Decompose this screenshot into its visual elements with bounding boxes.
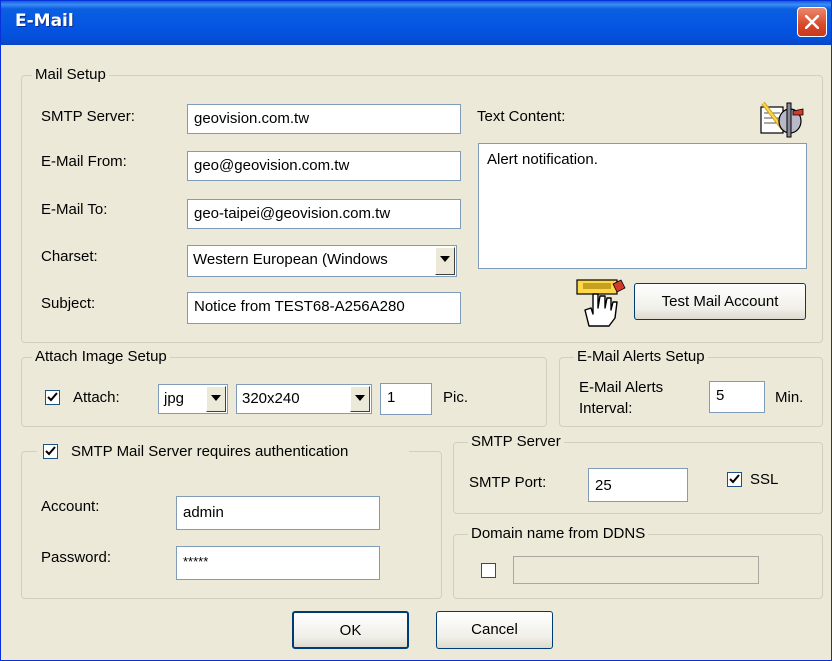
email-dialog: E-Mail Mail Setup SMTP Server: geovision… [0, 0, 832, 661]
pic-label: Pic. [443, 389, 469, 406]
ddns-checkbox[interactable] [481, 563, 496, 578]
window-title: E-Mail [15, 11, 74, 31]
cancel-button[interactable]: Cancel [436, 611, 553, 649]
test-mail-account-label: Test Mail Account [661, 293, 779, 310]
mail-envelope-icon [757, 99, 805, 145]
text-content-textarea[interactable]: Alert notification. [478, 143, 807, 269]
account-label: Account: [41, 498, 100, 515]
email-to-input[interactable]: geo-taipei@geovision.com.tw [187, 199, 461, 229]
ssl-checkbox[interactable] [727, 472, 742, 487]
requires-auth-checkbox[interactable] [43, 444, 58, 459]
image-format-value: jpg [164, 390, 185, 407]
ssl-label: SSL [750, 471, 779, 488]
ok-button[interactable]: OK [292, 611, 409, 649]
account-input[interactable]: admin [176, 496, 380, 530]
smtp-server-label: SMTP Server: [41, 108, 135, 125]
email-alerts-legend: E-Mail Alerts Setup [574, 348, 708, 365]
smtp-server-legend: SMTP Server [468, 433, 564, 450]
min-label: Min. [775, 389, 804, 406]
charset-select[interactable]: Western European (Windows [187, 245, 457, 277]
email-from-label: E-Mail From: [41, 153, 127, 170]
password-input[interactable]: ***** [176, 546, 380, 580]
smtp-server-input[interactable]: geovision.com.tw [187, 104, 461, 134]
mail-setup-legend: Mail Setup [32, 66, 109, 83]
subject-input[interactable]: Notice from TEST68-A256A280 [187, 292, 461, 324]
subject-label: Subject: [41, 295, 96, 312]
image-format-dropdown-arrow[interactable] [206, 386, 226, 412]
alerts-interval-label-line2: Interval: [579, 400, 633, 417]
pic-count-input[interactable]: 1 [380, 383, 432, 415]
charset-dropdown-arrow[interactable] [435, 247, 455, 275]
requires-auth-label: SMTP Mail Server requires authentication [71, 443, 349, 460]
image-size-dropdown-arrow[interactable] [350, 386, 370, 412]
password-label: Password: [41, 549, 112, 566]
ddns-legend: Domain name from DDNS [468, 525, 649, 542]
charset-value: Western European (Windows [193, 251, 388, 268]
alerts-interval-input[interactable]: 5 [709, 381, 765, 413]
image-size-select[interactable]: 320x240 [236, 384, 372, 414]
alerts-interval-label-line1: E-Mail Alerts [579, 379, 664, 396]
attach-checkbox[interactable] [45, 390, 60, 405]
email-from-input[interactable]: geo@geovision.com.tw [187, 151, 461, 181]
close-button[interactable] [797, 7, 827, 37]
image-format-select[interactable]: jpg [158, 384, 228, 414]
ddns-domain-input [513, 556, 759, 584]
image-size-value: 320x240 [242, 390, 300, 407]
cancel-label: Cancel [471, 621, 518, 638]
test-mail-account-button[interactable]: Test Mail Account [634, 283, 806, 320]
email-to-label: E-Mail To: [41, 201, 108, 218]
title-bar[interactable]: E-Mail [1, 1, 831, 45]
ok-label: OK [339, 622, 362, 639]
text-content-label: Text Content: [477, 108, 566, 125]
attach-image-legend: Attach Image Setup [32, 348, 170, 365]
charset-label: Charset: [41, 248, 98, 265]
smtp-port-input[interactable]: 25 [588, 468, 688, 502]
attach-label: Attach: [73, 389, 120, 406]
hand-pointer-icon [573, 278, 629, 332]
smtp-port-label: SMTP Port: [469, 474, 547, 491]
